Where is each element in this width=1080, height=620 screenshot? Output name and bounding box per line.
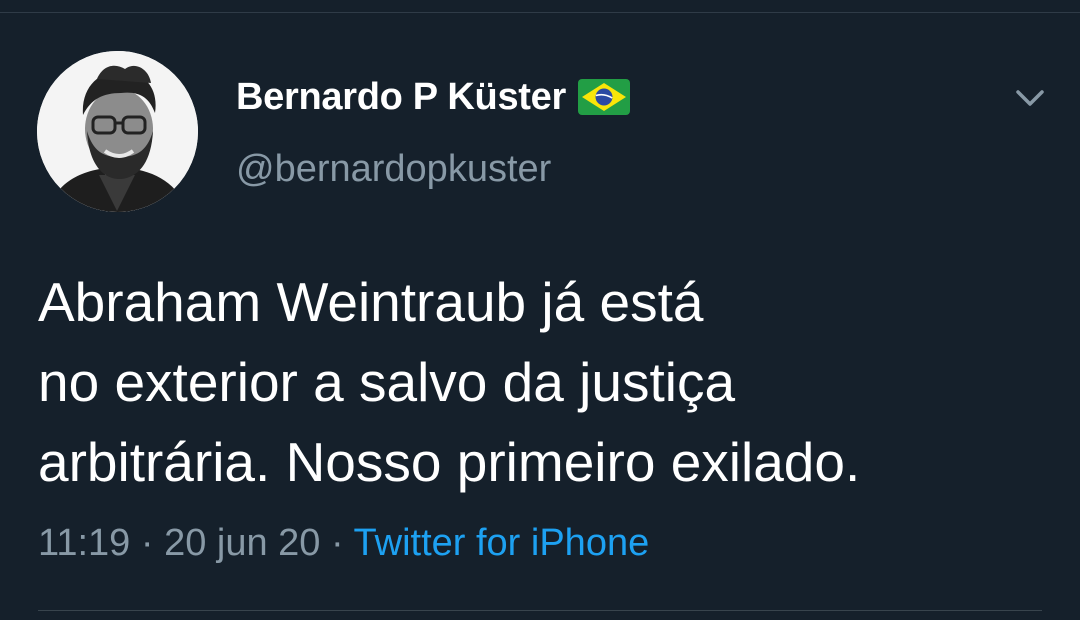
tweet-time[interactable]: 11:19 xyxy=(38,522,130,564)
top-divider xyxy=(0,12,1080,13)
author-handle[interactable]: @bernardopkuster xyxy=(236,148,551,191)
tweet-card: Bernardo P Küster @bernardopkuster Abrah… xyxy=(0,0,1080,620)
tweet-meta: 11:19 · 20 jun 20 · Twitter for iPhone xyxy=(38,522,649,565)
tweet-text-line: Abraham Weintraub já está xyxy=(38,271,704,333)
author-name-row[interactable]: Bernardo P Küster xyxy=(236,70,630,124)
avatar-image xyxy=(37,51,198,212)
bottom-divider xyxy=(38,610,1042,611)
display-name[interactable]: Bernardo P Küster xyxy=(236,76,566,119)
tweet-text-line: arbitrária. Nosso primeiro exilado. xyxy=(38,431,861,493)
tweet-text-line: no exterior a salvo da justiça xyxy=(38,351,736,413)
meta-separator: · xyxy=(320,522,354,564)
brazil-flag-icon xyxy=(577,79,630,115)
tweet-source-link[interactable]: Twitter for iPhone xyxy=(354,522,650,564)
chevron-down-icon[interactable] xyxy=(1010,78,1050,118)
avatar[interactable] xyxy=(37,51,198,212)
tweet-text: Abraham Weintraub já está no exterior a … xyxy=(38,262,1048,502)
tweet-date[interactable]: 20 jun 20 xyxy=(164,522,320,564)
meta-separator: · xyxy=(130,522,165,564)
